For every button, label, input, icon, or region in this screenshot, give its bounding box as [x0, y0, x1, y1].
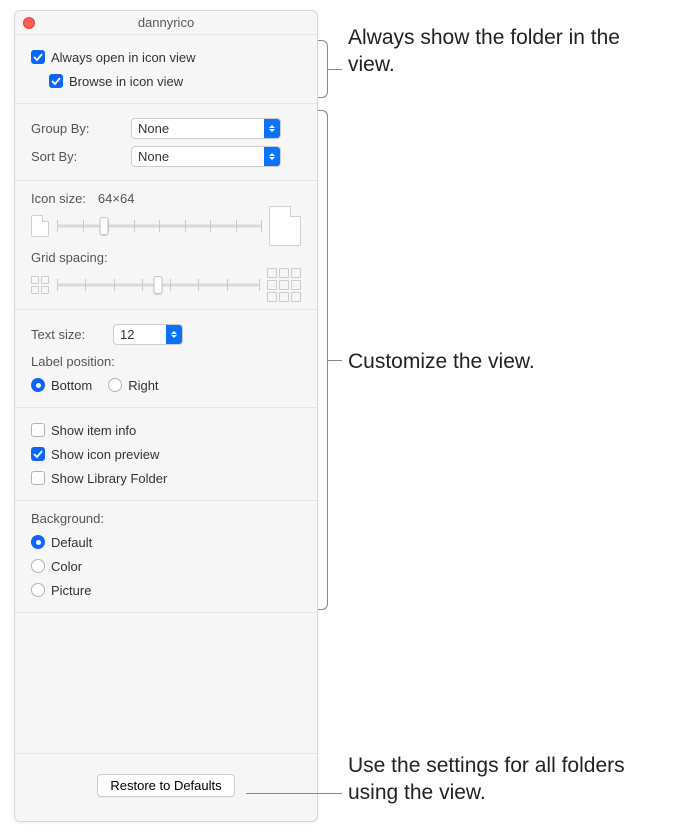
- bracket-2: [318, 110, 328, 610]
- show-library-label: Show Library Folder: [51, 471, 167, 486]
- restore-defaults-button[interactable]: Restore to Defaults: [97, 774, 234, 797]
- grid-tight-icon: [31, 276, 49, 294]
- close-icon[interactable]: [23, 17, 35, 29]
- radio-icon: [31, 535, 45, 549]
- label-pos-right-text: Right: [128, 378, 158, 393]
- label-pos-right-option[interactable]: Right: [108, 373, 158, 397]
- section-show: Show item info Show icon preview Show Li…: [15, 408, 317, 501]
- checkmark-icon: [33, 52, 43, 62]
- show-preview-label: Show icon preview: [51, 447, 159, 462]
- background-picture-option[interactable]: Picture: [31, 578, 301, 602]
- grid-spacing-slider[interactable]: [57, 275, 259, 295]
- annotation-2: Customize the view.: [348, 348, 648, 375]
- group-by-label: Group By:: [31, 121, 131, 136]
- lead-2: [328, 360, 342, 361]
- label-position-label: Label position:: [31, 354, 301, 369]
- group-by-select[interactable]: None: [131, 118, 281, 139]
- group-by-value: None: [132, 121, 264, 136]
- background-default-option[interactable]: Default: [31, 530, 301, 554]
- grid-spacing-label: Grid spacing:: [31, 250, 108, 265]
- icon-size-value: 64×64: [98, 191, 135, 206]
- text-size-select[interactable]: 12: [113, 324, 183, 345]
- background-default-text: Default: [51, 535, 92, 550]
- section-group-sort: Group By: None Sort By: None: [15, 104, 317, 181]
- checkmark-icon: [51, 76, 61, 86]
- radio-icon: [31, 378, 45, 392]
- icon-size-label: Icon size:: [31, 191, 86, 206]
- radio-icon: [108, 378, 122, 392]
- background-color-text: Color: [51, 559, 82, 574]
- titlebar: dannyrico: [15, 11, 317, 35]
- show-preview-checkbox[interactable]: [31, 447, 45, 461]
- always-open-checkbox[interactable]: [31, 50, 45, 64]
- annotation-3: Use the settings for all folders using t…: [348, 752, 648, 807]
- document-large-icon: [269, 206, 301, 246]
- grid-loose-icon: [267, 268, 301, 302]
- stepper-icon: [264, 119, 280, 138]
- section-text-label: Text size: 12 Label position: Bottom Rig…: [15, 310, 317, 408]
- browse-checkbox[interactable]: [49, 74, 63, 88]
- stepper-icon: [166, 325, 182, 344]
- background-color-option[interactable]: Color: [31, 554, 301, 578]
- browse-label: Browse in icon view: [69, 74, 183, 89]
- radio-icon: [31, 583, 45, 597]
- restore-defaults-label: Restore to Defaults: [110, 778, 221, 793]
- checkmark-icon: [33, 449, 43, 459]
- show-info-checkbox[interactable]: [31, 423, 45, 437]
- bracket-1: [318, 40, 328, 98]
- lead-1: [328, 69, 342, 70]
- show-info-label: Show item info: [51, 423, 136, 438]
- stepper-icon: [264, 147, 280, 166]
- text-size-label: Text size:: [31, 327, 107, 342]
- sort-by-label: Sort By:: [31, 149, 131, 164]
- radio-icon: [31, 559, 45, 573]
- show-library-checkbox[interactable]: [31, 471, 45, 485]
- always-open-label: Always open in icon view: [51, 50, 196, 65]
- footer: Restore to Defaults: [15, 753, 317, 821]
- window-title: dannyrico: [15, 15, 317, 30]
- section-icon-grid: Icon size: 64×64 Grid spacing:: [15, 181, 317, 310]
- document-small-icon: [31, 215, 49, 237]
- lead-3: [246, 793, 342, 794]
- label-pos-bottom-text: Bottom: [51, 378, 92, 393]
- annotation-1: Always show the folder in the view.: [348, 24, 648, 79]
- sort-by-select[interactable]: None: [131, 146, 281, 167]
- section-always-open: Always open in icon view Browse in icon …: [15, 35, 317, 104]
- icon-size-slider[interactable]: [57, 216, 261, 236]
- section-background: Background: Default Color Picture: [15, 501, 317, 613]
- text-size-value: 12: [114, 327, 166, 342]
- label-pos-bottom-option[interactable]: Bottom: [31, 373, 92, 397]
- background-label: Background:: [31, 511, 301, 526]
- sort-by-value: None: [132, 149, 264, 164]
- background-picture-text: Picture: [51, 583, 91, 598]
- view-options-window: dannyrico Always open in icon view Brows…: [14, 10, 318, 822]
